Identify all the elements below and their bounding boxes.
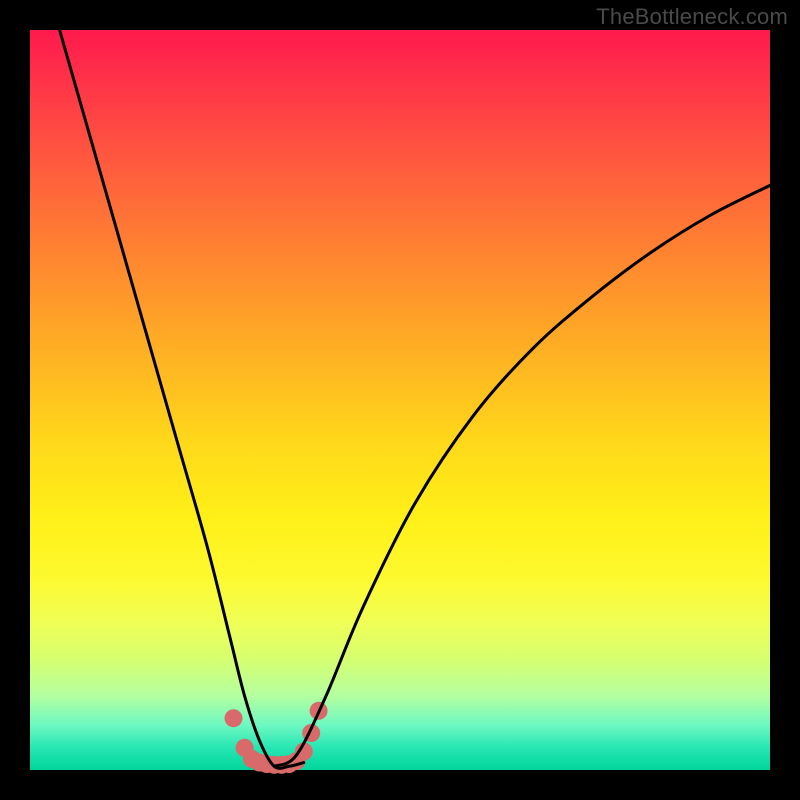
right-curve [274,185,770,766]
chart-frame: TheBottleneck.com [0,0,800,800]
chart-svg [30,30,770,770]
highlight-markers [225,702,328,774]
left-curve [60,30,304,768]
watermark-text: TheBottleneck.com [596,4,788,30]
highlight-dot [225,709,243,727]
